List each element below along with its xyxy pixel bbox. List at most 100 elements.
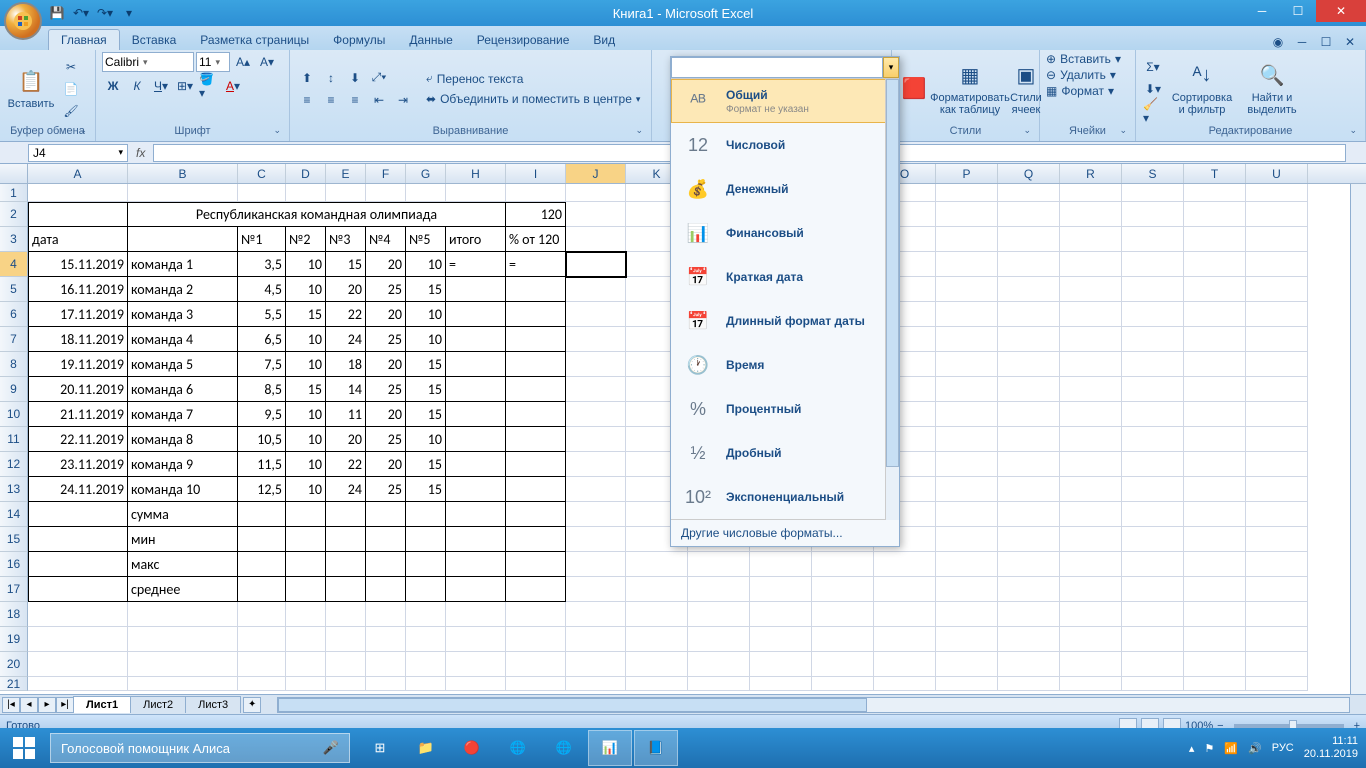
- cell-A3[interactable]: дата: [28, 227, 128, 252]
- cell-H3[interactable]: итого: [446, 227, 506, 252]
- cell-A9[interactable]: 20.11.2019: [28, 377, 128, 402]
- cell-J13[interactable]: [566, 477, 626, 502]
- cell-U1[interactable]: [1246, 184, 1308, 202]
- col-header-E[interactable]: E: [326, 164, 366, 183]
- cell-H1[interactable]: [446, 184, 506, 202]
- cell-K19[interactable]: [626, 627, 688, 652]
- cell-S19[interactable]: [1122, 627, 1184, 652]
- cell-L20[interactable]: [688, 652, 750, 677]
- cell-P19[interactable]: [936, 627, 998, 652]
- cell-P3[interactable]: [936, 227, 998, 252]
- cell-P1[interactable]: [936, 184, 998, 202]
- cell-O21[interactable]: [874, 677, 936, 691]
- cell-E16[interactable]: [326, 552, 366, 577]
- cell-P7[interactable]: [936, 327, 998, 352]
- cell-I4[interactable]: =: [506, 252, 566, 277]
- row-header-19[interactable]: 19: [0, 627, 28, 652]
- qat-save-icon[interactable]: 💾: [48, 4, 66, 22]
- cell-D20[interactable]: [286, 652, 326, 677]
- cell-R9[interactable]: [1060, 377, 1122, 402]
- align-center-icon[interactable]: ≡: [320, 90, 342, 110]
- cell-B18[interactable]: [128, 602, 238, 627]
- cell-Q11[interactable]: [998, 427, 1060, 452]
- cell-G12[interactable]: 15: [406, 452, 446, 477]
- cell-H16[interactable]: [446, 552, 506, 577]
- cell-E10[interactable]: 11: [326, 402, 366, 427]
- cell-U10[interactable]: [1246, 402, 1308, 427]
- cell-A13[interactable]: 24.11.2019: [28, 477, 128, 502]
- wrap-text-button[interactable]: ⤶Перенос текста: [426, 71, 640, 86]
- cell-E20[interactable]: [326, 652, 366, 677]
- col-header-G[interactable]: G: [406, 164, 446, 183]
- cell-F4[interactable]: 20: [366, 252, 406, 277]
- cell-T7[interactable]: [1184, 327, 1246, 352]
- cell-F1[interactable]: [366, 184, 406, 202]
- tb-explorer-icon[interactable]: 📁: [404, 730, 448, 766]
- cell-T3[interactable]: [1184, 227, 1246, 252]
- cell-S1[interactable]: [1122, 184, 1184, 202]
- popup-scrollbar[interactable]: [885, 79, 899, 520]
- cell-R4[interactable]: [1060, 252, 1122, 277]
- cell-R17[interactable]: [1060, 577, 1122, 602]
- row-header-20[interactable]: 20: [0, 652, 28, 677]
- cell-U5[interactable]: [1246, 277, 1308, 302]
- cell-T13[interactable]: [1184, 477, 1246, 502]
- cell-F5[interactable]: 25: [366, 277, 406, 302]
- cell-Q16[interactable]: [998, 552, 1060, 577]
- conditional-format-button[interactable]: 🟥: [898, 56, 930, 122]
- row-header-13[interactable]: 13: [0, 477, 28, 502]
- row-header-21[interactable]: 21: [0, 677, 28, 691]
- cell-G17[interactable]: [406, 577, 446, 602]
- cell-D12[interactable]: 10: [286, 452, 326, 477]
- cell-E15[interactable]: [326, 527, 366, 552]
- cell-D6[interactable]: 15: [286, 302, 326, 327]
- cell-B7[interactable]: команда 4: [128, 327, 238, 352]
- cell-S20[interactable]: [1122, 652, 1184, 677]
- row-header-10[interactable]: 10: [0, 402, 28, 427]
- align-left-icon[interactable]: ≡: [296, 90, 318, 110]
- cell-M20[interactable]: [750, 652, 812, 677]
- autosum-icon[interactable]: Σ▾: [1142, 57, 1164, 77]
- cell-Q10[interactable]: [998, 402, 1060, 427]
- ribbon-tab-6[interactable]: Вид: [581, 30, 627, 50]
- number-format-dropdown-icon[interactable]: ▾: [883, 57, 899, 78]
- cell-E3[interactable]: №3: [326, 227, 366, 252]
- cell-R7[interactable]: [1060, 327, 1122, 352]
- cell-N18[interactable]: [812, 602, 874, 627]
- cell-P16[interactable]: [936, 552, 998, 577]
- cell-Q1[interactable]: [998, 184, 1060, 202]
- col-header-U[interactable]: U: [1246, 164, 1308, 183]
- cell-P13[interactable]: [936, 477, 998, 502]
- cell-R19[interactable]: [1060, 627, 1122, 652]
- cell-T10[interactable]: [1184, 402, 1246, 427]
- row-header-12[interactable]: 12: [0, 452, 28, 477]
- cell-H7[interactable]: [446, 327, 506, 352]
- cell-D14[interactable]: [286, 502, 326, 527]
- cell-L18[interactable]: [688, 602, 750, 627]
- cell-I21[interactable]: [506, 677, 566, 691]
- cell-K16[interactable]: [626, 552, 688, 577]
- cell-O18[interactable]: [874, 602, 936, 627]
- cut-icon[interactable]: ✂: [60, 57, 82, 77]
- cell-P14[interactable]: [936, 502, 998, 527]
- cell-A14[interactable]: [28, 502, 128, 527]
- cell-B17[interactable]: среднее: [128, 577, 238, 602]
- cell-T5[interactable]: [1184, 277, 1246, 302]
- col-header-D[interactable]: D: [286, 164, 326, 183]
- cell-Q14[interactable]: [998, 502, 1060, 527]
- cell-R8[interactable]: [1060, 352, 1122, 377]
- cell-U3[interactable]: [1246, 227, 1308, 252]
- cell-C16[interactable]: [238, 552, 286, 577]
- cell-J5[interactable]: [566, 277, 626, 302]
- cell-C3[interactable]: №1: [238, 227, 286, 252]
- cell-P9[interactable]: [936, 377, 998, 402]
- cell-I6[interactable]: [506, 302, 566, 327]
- cell-U18[interactable]: [1246, 602, 1308, 627]
- cell-D4[interactable]: 10: [286, 252, 326, 277]
- cell-F9[interactable]: 25: [366, 377, 406, 402]
- cell-F12[interactable]: 20: [366, 452, 406, 477]
- row-header-4[interactable]: 4: [0, 252, 28, 277]
- cell-A16[interactable]: [28, 552, 128, 577]
- tb-taskview-icon[interactable]: ⊞: [358, 730, 402, 766]
- cell-U13[interactable]: [1246, 477, 1308, 502]
